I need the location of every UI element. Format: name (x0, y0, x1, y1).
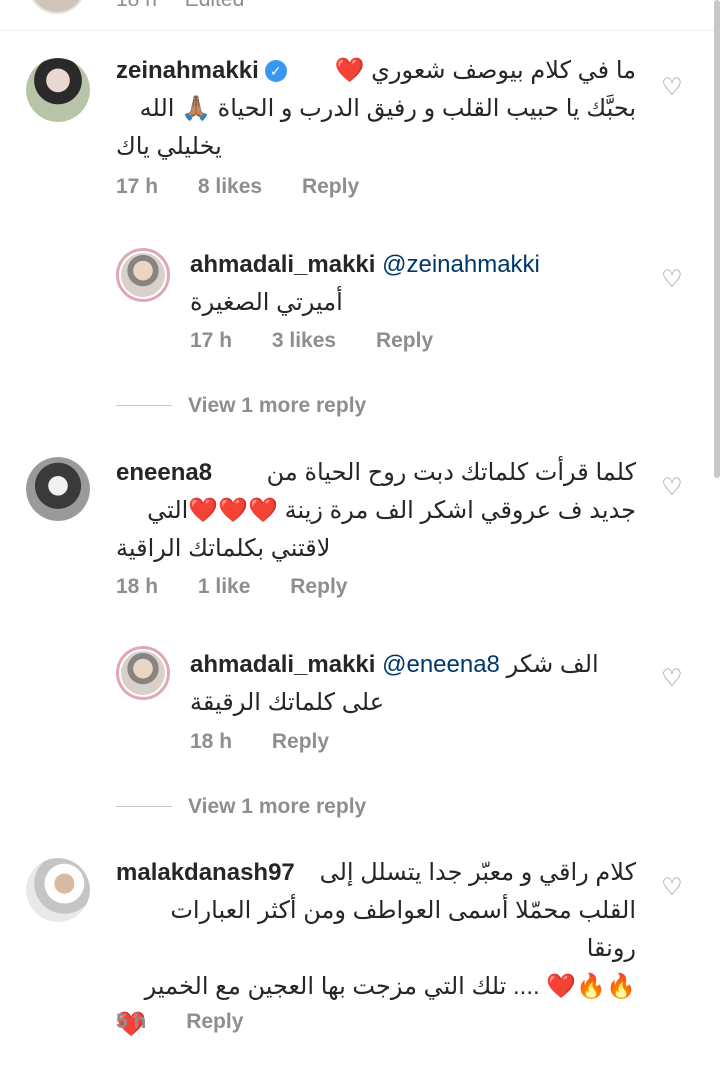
comment-text: جديد ف عروقي اشكر الف مرة زينة ❤️❤️❤️الت… (147, 497, 636, 524)
heart-outline-icon[interactable]: ♡ (660, 876, 684, 900)
comment-text: بحبَّك يا حبيب القلب و رفيق الدرب و الحي… (139, 95, 636, 122)
heart-outline-icon[interactable]: ♡ (660, 76, 684, 100)
comment-text: القلب محمّلا أسمى العواطف ومن أكثر العبا… (170, 897, 636, 962)
reply-button[interactable]: Reply (302, 175, 359, 198)
heart-outline-icon[interactable]: ♡ (660, 667, 684, 691)
avatar[interactable] (116, 646, 170, 700)
reply-username[interactable]: ahmadali_makki (190, 251, 375, 278)
reply-meta: 17 h 3 likes Reply (190, 329, 467, 353)
verified-badge-icon: ✓ (264, 60, 287, 82)
comment-text: كلام راقي و معبّر جدا يتسلل إلى (319, 859, 636, 886)
reply-meta: 18 h Reply (190, 730, 363, 754)
reply-body: ahmadali_makki @eneena8 الف شكر على كلما… (190, 646, 630, 722)
comment-meta: 18 h Edited (116, 0, 266, 12)
comment-text: يخليلي ياك (116, 133, 222, 160)
scrollbar[interactable] (714, 0, 720, 478)
view-more-replies[interactable]: View 1 more reply (116, 795, 366, 819)
comment-time: 18 h (116, 0, 157, 11)
mention-link[interactable]: @zeinahmakki (382, 251, 540, 278)
comment-meta: 17 h 8 likes Reply (116, 175, 393, 199)
avatar[interactable] (26, 58, 90, 122)
reply-text: على كلماتك الرقيقة (190, 689, 385, 716)
reply-time: 18 h (190, 730, 233, 753)
comment-text: كلما قرأت كلماتك دبت روح الحياة من (266, 459, 636, 486)
comment-username[interactable]: eneena8 (116, 454, 212, 492)
reply-button[interactable]: Reply (290, 575, 347, 598)
divider (0, 30, 720, 31)
comment-time: 5 h (116, 1010, 147, 1033)
reply-username[interactable]: ahmadali_makki (190, 651, 375, 678)
comment-text: لاقتني بكلماتك الراقية (116, 535, 331, 562)
reply-text: الف شكر (506, 651, 599, 678)
previous-comment-tail: 18 h Edited (0, 0, 720, 14)
reply-time: 17 h (190, 329, 233, 352)
avatar[interactable] (26, 457, 90, 521)
comment-time: 18 h (116, 575, 159, 598)
reply-button[interactable]: Reply (186, 1010, 243, 1033)
reply-button[interactable]: Reply (376, 329, 433, 352)
reply-text: أميرتي الصغيرة (190, 289, 343, 316)
comment-body: zeinahmakki ✓ ما في كلام بيوصف شعوري ❤️ ب… (116, 52, 636, 166)
reply-button[interactable]: Reply (272, 730, 329, 753)
comment-time: 17 h (116, 175, 159, 198)
avatar[interactable] (28, 0, 86, 14)
reply-body: ahmadali_makki @zeinahmakki أميرتي الصغي… (190, 246, 630, 322)
likes-count[interactable]: 1 like (198, 575, 251, 598)
comment-meta: 18 h 1 like Reply (116, 575, 381, 599)
divider (116, 405, 172, 406)
comment-text: 🔥🔥❤️ .... تلك التي مزجت بها العجين مع ال… (144, 973, 636, 1000)
avatar[interactable] (116, 248, 170, 302)
likes-count[interactable]: 8 likes (198, 175, 262, 198)
comment-text: ما في كلام بيوصف شعوري ❤️ (334, 57, 636, 84)
likes-count[interactable]: 3 likes (272, 329, 336, 352)
edited-label: Edited (185, 0, 245, 11)
heart-outline-icon[interactable]: ♡ (660, 476, 684, 500)
divider (116, 806, 172, 807)
avatar[interactable] (26, 858, 90, 922)
heart-outline-icon[interactable]: ♡ (660, 268, 684, 292)
view-more-replies[interactable]: View 1 more reply (116, 394, 366, 418)
comment-username[interactable]: zeinahmakki (116, 57, 259, 84)
comment-username[interactable]: malakdanash97 (116, 854, 295, 892)
mention-link[interactable]: @eneena8 (382, 651, 500, 678)
comment-meta: 5 h Reply (116, 1010, 277, 1034)
comment-body: eneena8 كلما قرأت كلماتك دبت روح الحياة … (116, 454, 636, 568)
